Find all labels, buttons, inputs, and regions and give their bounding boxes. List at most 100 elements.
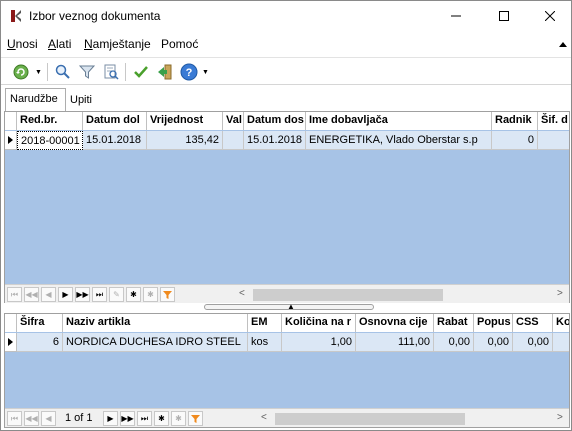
toolbar: ▼ ? ▼ (1, 57, 571, 85)
orders-grid-header: Red.br. Datum dol Vrijednost Val Datum d… (5, 112, 569, 130)
close-button[interactable] (527, 1, 572, 31)
table-row[interactable]: 2018-00001 15.01.2018 135,42 15.01.2018 … (5, 131, 569, 150)
column-header[interactable]: Red.br. (17, 112, 83, 130)
table-cell[interactable]: 0 (492, 131, 538, 150)
table-cell[interactable]: 111,00 (356, 333, 434, 352)
menu-pomoc[interactable]: Pomoć (161, 37, 198, 51)
column-header[interactable]: Radnik (492, 112, 538, 130)
confirm-button[interactable] (131, 62, 151, 82)
help-dropdown-arrow[interactable]: ▼ (202, 69, 209, 76)
table-cell[interactable]: kos (248, 333, 282, 352)
table-cell[interactable] (223, 131, 244, 150)
menu-unosi[interactable]: Unosi (7, 37, 38, 51)
column-header[interactable]: Šifra (17, 314, 63, 332)
column-header[interactable]: Ko (553, 314, 569, 332)
splitter-grip[interactable]: ▲ (204, 302, 374, 311)
column-header[interactable]: CSS (513, 314, 553, 332)
chevron-up-icon[interactable]: ▲ (287, 302, 295, 311)
column-header[interactable]: Datum dos (244, 112, 306, 130)
menu-bar: Unosi Alati Namještanje Pomoć (1, 35, 571, 55)
nav-last-button[interactable]: ⏭ (137, 411, 152, 426)
column-header[interactable]: Vrijednost (147, 112, 223, 130)
refresh-dropdown-arrow[interactable]: ▼ (35, 69, 42, 76)
nav-filter-button[interactable] (160, 287, 175, 302)
help-button[interactable]: ? (179, 62, 199, 82)
table-cell[interactable]: 2018-00001 (17, 131, 83, 150)
nav-last-button[interactable]: ⏭ (92, 287, 107, 302)
scroll-right-icon[interactable]: > (557, 288, 563, 299)
table-cell[interactable]: ENERGETIKA, Vlado Oberstar s.p (306, 131, 492, 150)
column-header[interactable]: Val (223, 112, 244, 130)
nav-next-page-button[interactable]: ▶▶ (120, 411, 135, 426)
menu-namjestanje[interactable]: Namještanje (84, 37, 151, 51)
tab-upiti[interactable]: Upiti (66, 89, 104, 110)
nav-prev-page-button[interactable]: ◀◀ (24, 287, 39, 302)
collapse-ribbon-icon[interactable] (559, 41, 567, 47)
nav-new-button[interactable]: ✱ (126, 287, 141, 302)
table-cell[interactable]: 0,00 (434, 333, 474, 352)
nav-delete-button[interactable]: ✱ (143, 287, 158, 302)
nav-next-page-button[interactable]: ▶▶ (75, 287, 90, 302)
refresh-button[interactable] (11, 62, 31, 82)
table-cell[interactable]: 1,00 (282, 333, 356, 352)
nav-first-page-button[interactable]: ⏮ (7, 287, 22, 302)
nav-next-button[interactable]: ▶ (58, 287, 73, 302)
dialog-window: Izbor veznog dokumenta Unosi Alati Namje… (0, 0, 572, 431)
column-header[interactable]: Naziv artikla (63, 314, 248, 332)
nav-prev-page-button[interactable]: ◀◀ (24, 411, 39, 426)
nav-prev-button[interactable]: ◀ (41, 411, 56, 426)
table-row[interactable]: 6 NORDICA DUCHESA IDRO STEEL kos 1,00 11… (5, 333, 569, 352)
header-indicator (5, 314, 17, 332)
nav-prev-button[interactable]: ◀ (41, 287, 56, 302)
panel-splitter[interactable]: ▲ (4, 302, 570, 311)
nav-next-button[interactable]: ▶ (103, 411, 118, 426)
exit-icon (158, 64, 172, 80)
search-icon (55, 64, 70, 79)
table-cell[interactable]: NORDICA DUCHESA IDRO STEEL (63, 333, 248, 352)
column-header[interactable]: Popus (474, 314, 513, 332)
column-header[interactable]: Rabat (434, 314, 474, 332)
scroll-left-icon[interactable]: < (261, 412, 267, 423)
nav-filter-button[interactable] (188, 411, 203, 426)
column-header[interactable]: Količina na r (282, 314, 356, 332)
close-icon (545, 11, 555, 21)
table-cell[interactable]: 135,42 (147, 131, 223, 150)
row-indicator (5, 131, 17, 150)
table-cell[interactable]: 6 (17, 333, 63, 352)
app-logo-icon (11, 10, 21, 22)
filter-icon (191, 415, 200, 423)
column-header[interactable]: Ime dobavljača (306, 112, 492, 130)
table-cell[interactable] (538, 131, 569, 150)
table-cell[interactable]: 15.01.2018 (83, 131, 147, 150)
nav-first-page-button[interactable]: ⏮ (7, 411, 22, 426)
nav-new-button[interactable]: ✱ (154, 411, 169, 426)
maximize-button[interactable] (481, 1, 527, 31)
orders-grid: Red.br. Datum dol Vrijednost Val Datum d… (4, 111, 570, 304)
items-horizontal-scrollbar[interactable]: < > (257, 411, 569, 427)
column-header[interactable]: EM (248, 314, 282, 332)
scroll-right-icon[interactable]: > (557, 412, 563, 423)
table-cell[interactable]: 0,00 (474, 333, 513, 352)
items-grid-header: Šifra Naziv artikla EM Količina na r Osn… (5, 314, 569, 332)
exit-button[interactable] (155, 62, 175, 82)
filter-button[interactable] (77, 62, 97, 82)
tab-narudzbe[interactable]: Narudžbe (5, 88, 66, 111)
minimize-button[interactable] (433, 1, 479, 31)
menu-alati-mnemonic: A (48, 37, 57, 51)
table-cell[interactable]: 15.01.2018 (244, 131, 306, 150)
table-cell[interactable] (553, 333, 569, 352)
orders-horizontal-scrollbar[interactable]: < > (235, 287, 569, 303)
scroll-thumb[interactable] (253, 289, 443, 301)
toolbar-separator (125, 63, 126, 81)
scroll-left-icon[interactable]: < (239, 288, 245, 299)
scroll-thumb[interactable] (275, 413, 465, 425)
find-in-list-button[interactable] (101, 62, 121, 82)
search-button[interactable] (53, 62, 73, 82)
menu-alati[interactable]: Alati (48, 37, 71, 51)
table-cell[interactable]: 0,00 (513, 333, 553, 352)
nav-delete-button[interactable]: ✱ (171, 411, 186, 426)
nav-edit-button[interactable]: ✎ (109, 287, 124, 302)
column-header[interactable]: Osnovna cije (356, 314, 434, 332)
column-header[interactable]: Šif. d (538, 112, 569, 130)
column-header[interactable]: Datum dol (83, 112, 147, 130)
